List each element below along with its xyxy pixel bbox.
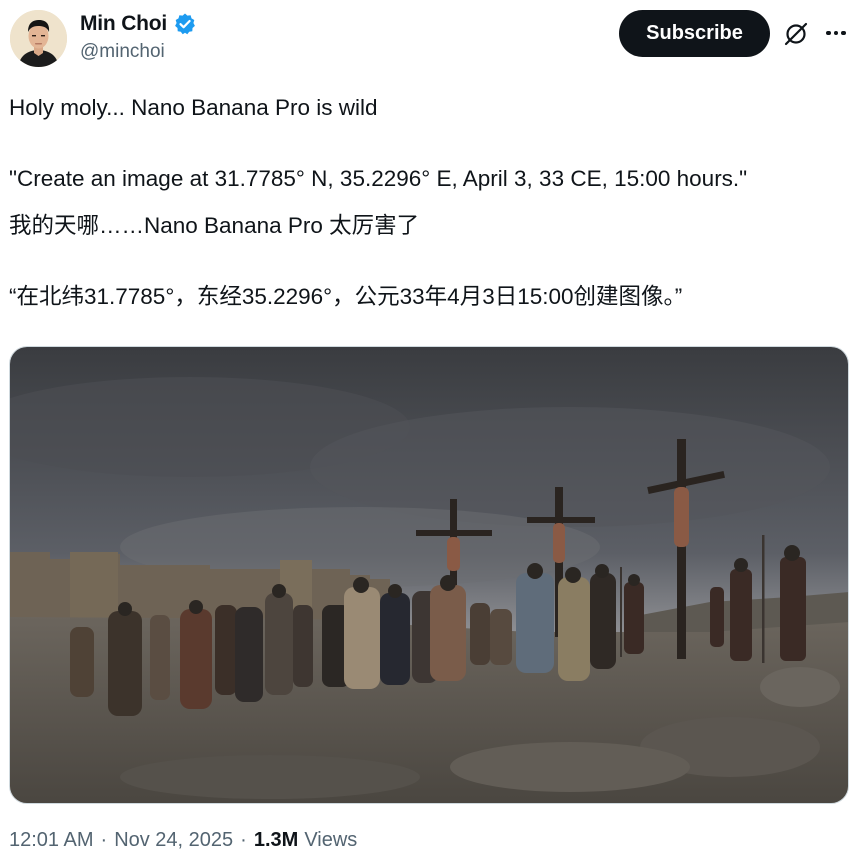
- tweet-text-line-2: "Create an image at 31.7785° N, 35.2296°…: [9, 166, 748, 191]
- tweet-text-line-3: 我的天哪……Nano Banana Pro 太厉害了: [9, 213, 420, 238]
- tweet-date[interactable]: Nov 24, 2025: [114, 829, 233, 852]
- tweet-meta: 12:01 AM · Nov 24, 2025 · 1.3M Views: [9, 829, 357, 852]
- more-icon[interactable]: [822, 19, 850, 47]
- meta-separator: ·: [100, 829, 108, 851]
- verified-badge-icon[interactable]: [173, 12, 197, 36]
- author-handle[interactable]: @minchoi: [80, 41, 165, 63]
- tweet-time[interactable]: 12:01 AM: [9, 829, 94, 852]
- author-display-name[interactable]: Min Choi: [80, 12, 167, 36]
- crucifixion-scene-image: [10, 347, 848, 803]
- meta-separator: ·: [240, 829, 247, 851]
- tweet-media-image[interactable]: [9, 346, 849, 804]
- avatar-photo: [10, 10, 67, 67]
- tweet-text-line-4: “在北纬31.7785°，东经35.2296°，公元33年4月3日15:00创建…: [9, 284, 683, 309]
- tweet-text-line-1: Holy moly... Nano Banana Pro is wild: [9, 95, 378, 120]
- avatar[interactable]: [10, 10, 67, 67]
- author-name-row[interactable]: Min Choi: [80, 10, 197, 38]
- views-label: Views: [304, 829, 358, 851]
- subscribe-button[interactable]: Subscribe: [619, 10, 770, 57]
- views-count: 1.3M: [253, 829, 299, 851]
- grok-icon[interactable]: [782, 20, 810, 48]
